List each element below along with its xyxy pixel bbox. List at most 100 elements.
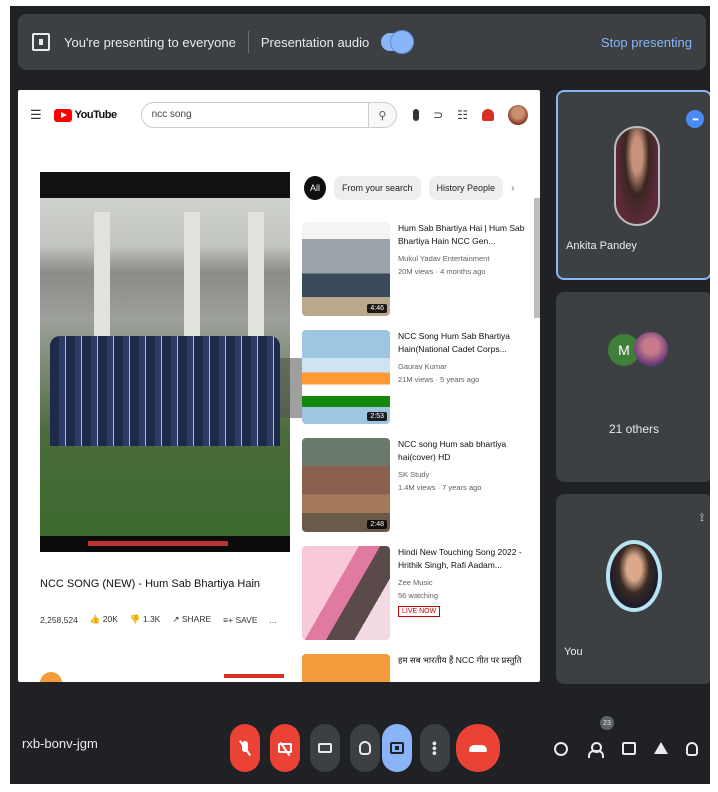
video-thumbnail[interactable]: 2:53 [302,330,390,424]
participant-name: Ankita Pandey [566,240,637,252]
cadets-group [50,336,280,446]
like-count: 20K [102,614,118,624]
participant-tile-ankita[interactable]: ••• Ankita Pandey [556,90,710,280]
captions-icon [318,743,332,753]
scrollbar[interactable] [534,198,540,318]
present-screen-icon [32,33,50,51]
video-frame [40,198,290,536]
rec-title[interactable]: Hum Sab Bhartiya Hai | Hum Sab Bhartiya … [398,222,526,248]
video-player[interactable] [40,172,290,552]
mic-icon[interactable] [413,109,420,121]
rec-views: 21M views · 5 years ago [398,375,480,384]
activities-icon [654,742,668,754]
captions-button[interactable] [310,724,340,772]
save-label: SAVE [235,614,258,625]
rec-channel[interactable]: Zee Music [398,578,526,587]
rec-title[interactable]: NCC Song Hum Sab Bhartiya Hain(National … [398,330,526,356]
more-options-button[interactable]: ••• [420,724,450,772]
video-meta: NCC song Hum sab bhartiya hai(cover) HD … [398,438,526,538]
youtube-play-icon [53,108,72,122]
video-actions: 2,258,524 👍 20K 👎 1.3K ↗ SHARE ≡+ SAVE .… [40,614,277,625]
others-count: 21 others [608,422,660,436]
save-button[interactable]: ≡+ SAVE [223,615,257,625]
chip-all[interactable]: All [304,176,326,200]
present-icon [390,742,404,754]
share-button[interactable]: ↗ SHARE [172,614,211,625]
camera-off-icon [278,743,292,753]
mic-off-icon [238,741,252,755]
participant-video [614,126,660,226]
host-controls-button[interactable] [686,742,698,756]
video-thumbnail[interactable]: 4:46 [302,222,390,316]
rec-channel[interactable]: Mukul Yadav Entertainment [398,254,526,263]
rec-title[interactable]: हम सब भारतीय हैं NCC गीत पर प्रस्तुति [398,654,526,667]
rec-title[interactable]: NCC song Hum sab bhartiya hai(cover) HD [398,438,526,464]
youtube-header: ☰ YouTube ncc song ⚲ ⊃ ☷ [18,90,540,140]
dislike-count: 1.3K [142,614,161,624]
list-item[interactable]: 2:48 NCC song Hum sab bhartiya hai(cover… [302,438,536,538]
presentation-audio-label: Presentation audio [260,34,370,50]
notifications-icon[interactable] [482,109,494,121]
presenting-banner: You're presenting to everyone Presentati… [18,14,706,70]
camera-off-button[interactable] [270,724,300,772]
raise-hand-button[interactable] [350,724,380,772]
chip-history-people[interactable]: History People [428,176,504,200]
video-meta: Hum Sab Bhartiya Hai | Hum Sab Bhartiya … [398,222,526,322]
list-item[interactable]: हम सब भारतीय हैं NCC गीत पर प्रस्तुति [302,654,536,682]
search-icon[interactable]: ⚲ [368,102,398,128]
like-button[interactable]: 👍 20K [90,614,118,625]
duration-badge: 2:53 [367,412,387,421]
channel-avatar[interactable] [40,672,62,682]
mic-off-button[interactable] [230,724,260,772]
video-thumbnail[interactable] [302,654,390,682]
cast-icon[interactable]: ⊃ [433,108,443,122]
comments-peek [40,660,290,682]
participant-tile-others[interactable]: M 21 others [556,292,710,482]
progress-peek [224,674,284,678]
chat-button[interactable] [622,742,636,755]
building-column [248,212,264,352]
presentation-audio-toggle[interactable] [381,31,414,53]
video-thumbnail[interactable]: 2:48 [302,438,390,532]
duration-badge: 4:46 [367,304,387,313]
leave-call-button[interactable] [456,724,500,772]
stop-presenting-button[interactable]: Stop presenting [601,35,692,50]
youtube-logo[interactable]: YouTube [53,108,117,122]
youtube-logo-text: YouTube [74,109,117,121]
meeting-code: rxb-bonv-jgm [22,736,98,751]
present-now-button[interactable] [382,724,412,772]
account-avatar[interactable] [508,105,528,125]
video-thumbnail[interactable] [302,546,390,640]
list-item[interactable]: Hindi New Touching Song 2022 - Hrithik S… [302,546,536,646]
participant-tile-you[interactable]: ⟟ You [556,494,710,684]
meeting-info-button[interactable] [554,742,568,756]
video-meta: हम सब भारतीय हैं NCC गीत पर प्रस्तुति [398,654,526,682]
chevron-right-icon[interactable]: › [511,183,514,194]
view-count: 2,258,524 [40,614,78,625]
pin-icon[interactable]: ⟟ [700,512,704,525]
dislike-button[interactable]: 👎 1.3K [130,614,160,625]
participant-name: You [564,646,583,658]
self-video [606,540,662,612]
recommendations: 4:46 Hum Sab Bhartiya Hai | Hum Sab Bhar… [302,222,536,682]
rec-title[interactable]: Hindi New Touching Song 2022 - Hrithik S… [398,546,526,572]
building-column [94,212,110,352]
apps-icon[interactable]: ☷ [457,108,468,122]
filter-chips: All From your search History People › [304,176,514,200]
rec-channel[interactable]: SK Study [398,470,526,479]
people-button[interactable] [588,742,604,758]
rec-channel[interactable]: Gaurav Kumar [398,362,526,371]
video-meta: Hindi New Touching Song 2022 - Hrithik S… [398,546,526,646]
list-item[interactable]: 2:53 NCC Song Hum Sab Bhartiya Hain(Nati… [302,330,536,430]
host-lock-icon [686,742,698,756]
menu-icon[interactable]: ☰ [30,107,42,123]
rec-views: 1.4M views · 7 years ago [398,483,482,492]
search-input[interactable]: ncc song [140,102,369,128]
next-arrow-icon[interactable] [280,358,302,418]
activities-button[interactable] [654,742,668,754]
control-bar: rxb-bonv-jgm ••• 23 [10,706,710,784]
share-label: SHARE [181,614,212,624]
list-item[interactable]: 4:46 Hum Sab Bhartiya Hai | Hum Sab Bhar… [302,222,536,322]
more-actions-button[interactable]: ... [269,615,276,625]
chip-from-your-search[interactable]: From your search [334,176,421,200]
